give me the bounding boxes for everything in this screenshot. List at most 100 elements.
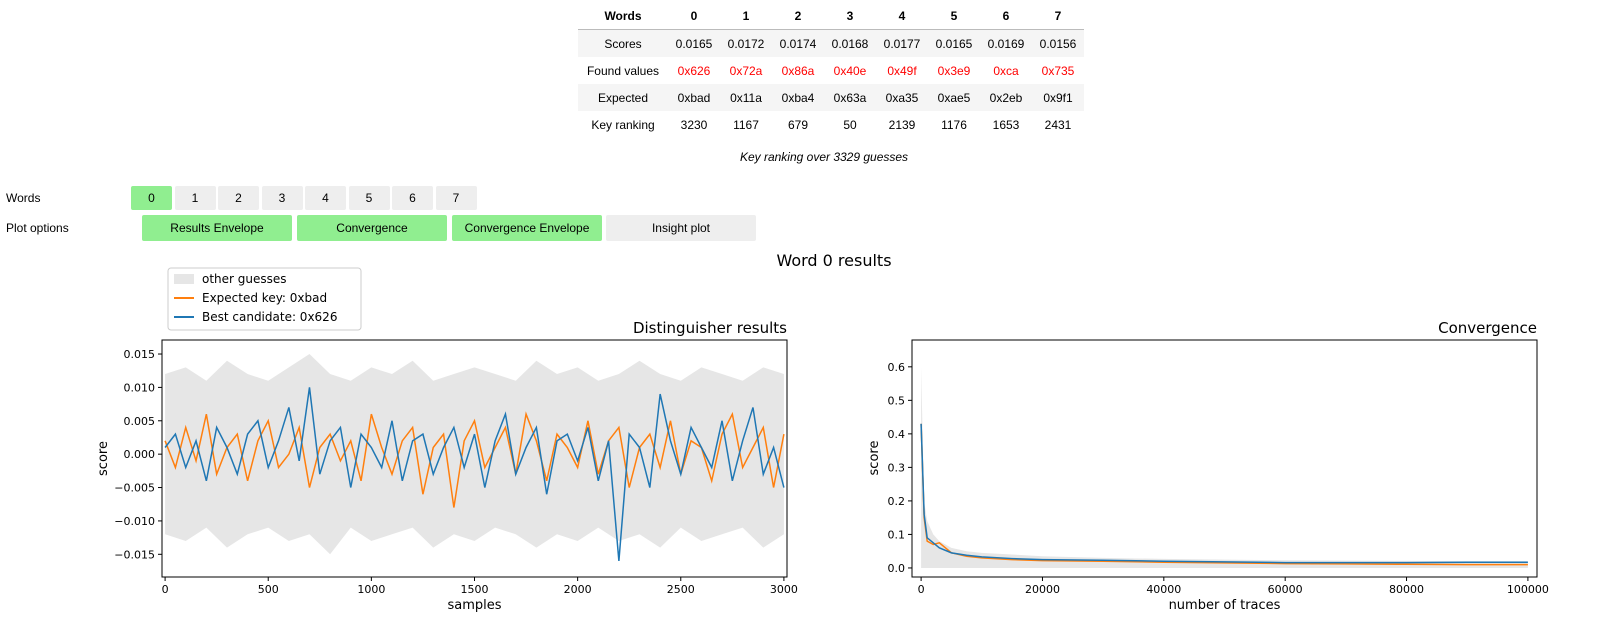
legend-label: Expected key: 0xbad: [202, 291, 327, 305]
table-cell: 0x11a: [720, 84, 772, 111]
word-button-2[interactable]: 2: [218, 186, 259, 210]
x-tick-label: 2500: [667, 583, 695, 596]
word-button-0[interactable]: 0: [131, 186, 172, 210]
table-cell: 0.0165: [928, 29, 980, 57]
row-label: Found values: [586, 63, 660, 78]
legend-label: other guesses: [202, 272, 287, 286]
table-cell: 0x49f: [887, 63, 917, 78]
results-table: Words 01234567 Scores 0.0165 0.0172 0.0174 0…: [578, 2, 1084, 138]
envelope-other-guesses: [921, 366, 1528, 568]
table-cell: 2139: [888, 117, 916, 132]
x-tick-label: 40000: [1146, 583, 1181, 596]
column-header-3: 3: [824, 2, 876, 30]
y-tick-label: −0.010: [114, 515, 155, 528]
word-button-4[interactable]: 4: [305, 186, 346, 210]
y-tick-label: 0.000: [124, 448, 156, 461]
x-axis-label: samples: [447, 598, 501, 613]
series-line-expected: [920, 423, 1528, 566]
table-row: Key ranking 3230 1167 679 50 2139 1176 1653 2431: [578, 111, 1084, 138]
plot-option-results-envelope[interactable]: Results Envelope: [142, 215, 292, 241]
table-cell: 0x9f1: [1032, 84, 1084, 111]
y-tick-label: 0.5: [888, 394, 906, 407]
plot-option-insight-plot[interactable]: Insight plot: [606, 215, 756, 241]
table-row: Expected 0xbad 0x11a 0xba4 0x63a 0xa35 0xae5 0x…: [578, 84, 1084, 111]
row-label: Scores: [578, 29, 668, 57]
table-cell: 0xbad: [668, 84, 720, 111]
y-tick-label: 0.1: [888, 528, 906, 541]
plot-option-convergence[interactable]: Convergence: [297, 215, 447, 241]
word-button-6[interactable]: 6: [392, 186, 433, 210]
table-cell: 3230: [680, 117, 708, 132]
legend-label: Best candidate: 0x626: [202, 310, 337, 324]
y-axis-label: score: [96, 441, 111, 476]
table-caption: Key ranking over 3329 guesses: [739, 150, 909, 164]
x-tick-label: 3000: [770, 583, 798, 596]
legend: other guesses Expected key: 0xbad Best can…: [167, 267, 362, 331]
table-cell: 0.0168: [824, 29, 876, 57]
row-label: Expected: [578, 84, 668, 111]
table-cell: 0x40e: [833, 63, 867, 78]
legend-patch: [174, 274, 194, 284]
y-tick-label: 0.3: [888, 461, 906, 474]
table-cell: 1176: [941, 117, 967, 132]
column-header-6: 6: [980, 2, 1032, 30]
chart-1: 0 20000 40000 60000 80000 100000 0.0 0.1 0.2 0.3 0…: [867, 319, 1549, 613]
table-cell: 0.0169: [980, 29, 1032, 57]
word-button-5[interactable]: 5: [348, 186, 390, 210]
table-cell: 0x63a: [824, 84, 876, 111]
word-button-7[interactable]: 7: [435, 186, 477, 210]
table-cell: 0xca: [993, 63, 1019, 78]
x-tick-label: 100000: [1507, 583, 1549, 596]
x-tick-label: 1000: [357, 583, 385, 596]
x-tick-label: 2000: [564, 583, 592, 596]
table-cell: 0x626: [677, 63, 711, 78]
chart-title: Convergence: [1438, 319, 1537, 337]
column-header-2: 2: [772, 2, 824, 30]
column-header-4: 4: [876, 2, 928, 30]
table-cell: 0xba4: [772, 84, 824, 111]
y-tick-label: 0.010: [124, 381, 156, 394]
table-cell: 679: [787, 117, 809, 132]
y-tick-label: 0.6: [888, 361, 906, 374]
figure: 0 500 1000 1500 2000 2500 3000 −0.015 −0.010 −0.0…: [96, 267, 1549, 613]
word-button-3[interactable]: 3: [261, 186, 303, 210]
table-cell: 1167: [733, 117, 759, 132]
plot-options-label: Plot options: [6, 221, 69, 235]
column-header-5: 5: [928, 2, 980, 30]
y-tick-label: 0.015: [124, 348, 156, 361]
table-cell: 0x735: [1041, 63, 1075, 78]
table-row: Scores 0.0165 0.0172 0.0174 0.0168 0.0177 0.01…: [578, 29, 1084, 57]
table-cell: 0xa35: [876, 84, 928, 111]
table-cell: 0.0177: [876, 29, 928, 57]
y-tick-label: −0.015: [114, 548, 155, 561]
table-cell: 0.0172: [720, 29, 772, 57]
table-cell: 0.0165: [668, 29, 720, 57]
x-tick-label: 20000: [1025, 583, 1060, 596]
table-cell: 1653: [992, 117, 1020, 132]
table-cell: 0xae5: [928, 84, 980, 111]
x-tick-label: 80000: [1389, 583, 1424, 596]
plot-frame: [911, 339, 1538, 578]
y-tick-label: 0.2: [888, 495, 906, 508]
row-label: Key ranking: [591, 117, 655, 132]
table-cell: 0x2eb: [980, 84, 1032, 111]
y-tick-label: −0.005: [114, 482, 155, 495]
plot-option-convergence-envelope[interactable]: Convergence Envelope: [452, 215, 602, 241]
table-row: Found values 0x626 0x72a 0x86a 0x40e 0x49f 0x3…: [578, 57, 1084, 84]
column-header-1: 1: [720, 2, 772, 30]
y-tick-label: 0.0: [888, 562, 906, 575]
y-tick-label: 0.4: [888, 428, 906, 441]
table-cell: 50: [843, 117, 857, 132]
table-header-row: Words 01234567: [578, 2, 1084, 30]
table-cell: 0.0174: [772, 29, 824, 57]
word-button-1[interactable]: 1: [174, 186, 216, 210]
x-tick-label: 1500: [461, 583, 489, 596]
column-header-7: 7: [1032, 2, 1084, 30]
column-header-0: 0: [668, 2, 720, 30]
table-cell: 0.0156: [1032, 29, 1084, 57]
x-tick-label: 500: [258, 583, 279, 596]
x-tick-label: 0: [162, 583, 169, 596]
header-words: Words: [578, 2, 668, 30]
words-label: Words: [6, 191, 41, 205]
table-cell: 0x3e9: [937, 63, 971, 78]
